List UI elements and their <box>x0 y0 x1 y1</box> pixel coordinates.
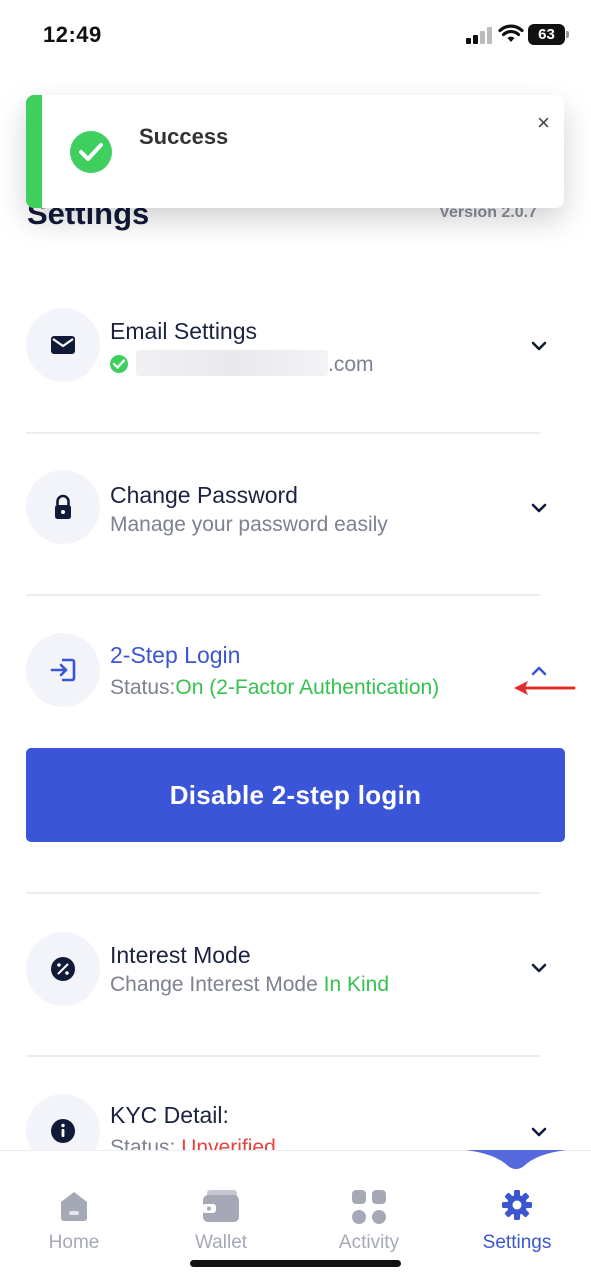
interest-subtitle-label: Change Interest Mode <box>110 973 318 996</box>
row-subtitle-password: Manage your password easily <box>110 513 388 536</box>
verified-check-icon <box>110 355 128 373</box>
wallet-icon <box>202 1190 239 1222</box>
status-bar: 12:49 63 <box>0 0 591 70</box>
row-title-two-step: 2-Step Login <box>110 642 241 668</box>
redacted-email <box>136 350 328 376</box>
divider <box>26 1055 540 1057</box>
disable-two-step-button[interactable]: Disable 2-step login <box>26 748 565 842</box>
battery-tip <box>566 31 569 38</box>
gear-icon <box>502 1190 532 1220</box>
percent-icon <box>51 957 75 981</box>
row-title-password: Change Password <box>110 482 298 508</box>
chevron-down-icon[interactable] <box>531 341 547 351</box>
nav-label-wallet: Wallet <box>194 1232 248 1253</box>
settings-row-password[interactable]: Change Password Manage your password eas… <box>26 470 547 544</box>
status-label: Status: <box>110 676 176 699</box>
home-indicator[interactable] <box>190 1260 401 1267</box>
nav-label-settings: Settings <box>482 1232 552 1253</box>
interest-mode-value: In Kind <box>323 973 390 996</box>
wifi-icon <box>498 24 524 42</box>
chevron-down-icon[interactable] <box>531 1127 547 1137</box>
chevron-down-icon[interactable] <box>531 503 547 513</box>
success-toast: Success × <box>26 95 564 208</box>
toast-close-button[interactable]: × <box>537 112 550 134</box>
divider <box>26 432 540 434</box>
info-icon <box>51 1119 75 1143</box>
check-circle-icon <box>70 131 112 173</box>
home-icon <box>61 1192 87 1221</box>
row-title-interest: Interest Mode <box>110 942 251 968</box>
settings-row-interest[interactable]: Interest Mode Change Interest Mode In Ki… <box>26 932 547 1006</box>
row-title-kyc: KYC Detail: <box>110 1102 229 1128</box>
nav-label-activity: Activity <box>338 1232 400 1253</box>
login-icon-badge <box>26 633 100 707</box>
row-title-email: Email Settings <box>110 318 258 344</box>
grid-icon <box>352 1190 386 1224</box>
nav-label-home: Home <box>48 1232 100 1253</box>
toast-title: Success <box>139 124 229 149</box>
chevron-down-icon[interactable] <box>531 963 547 973</box>
nav-wallet[interactable]: Wallet <box>166 1188 276 1254</box>
toast-accent-bar <box>26 95 42 208</box>
active-tab-indicator <box>466 1150 566 1169</box>
lock-icon-badge <box>26 470 100 544</box>
nav-home[interactable]: Home <box>19 1188 129 1254</box>
mail-icon <box>51 336 75 354</box>
mail-icon-badge <box>26 308 100 382</box>
divider <box>26 594 540 596</box>
nav-activity[interactable]: Activity <box>314 1188 424 1254</box>
annotation-arrow-icon <box>514 681 576 695</box>
cellular-signal-icon <box>466 27 492 44</box>
chevron-up-icon[interactable] <box>531 666 547 676</box>
email-domain: .com <box>328 353 374 376</box>
percent-icon-badge <box>26 932 100 1006</box>
two-step-status: Status:On (2-Factor Authentication) <box>110 676 439 700</box>
battery-indicator: 63 <box>528 24 565 45</box>
settings-row-two-step[interactable]: 2-Step Login Status:On (2-Factor Authent… <box>26 633 547 707</box>
lock-icon <box>55 494 71 519</box>
email-value: .com <box>110 350 374 377</box>
status-value: On (2-Factor Authentication) <box>175 676 440 699</box>
interest-subtitle: Change Interest Mode In Kind <box>110 973 389 997</box>
settings-row-email[interactable]: Email Settings .com <box>26 308 547 382</box>
nav-settings[interactable]: Settings <box>462 1188 572 1254</box>
login-arrow-icon <box>50 658 76 682</box>
divider <box>26 892 540 894</box>
status-time: 12:49 <box>43 22 102 47</box>
